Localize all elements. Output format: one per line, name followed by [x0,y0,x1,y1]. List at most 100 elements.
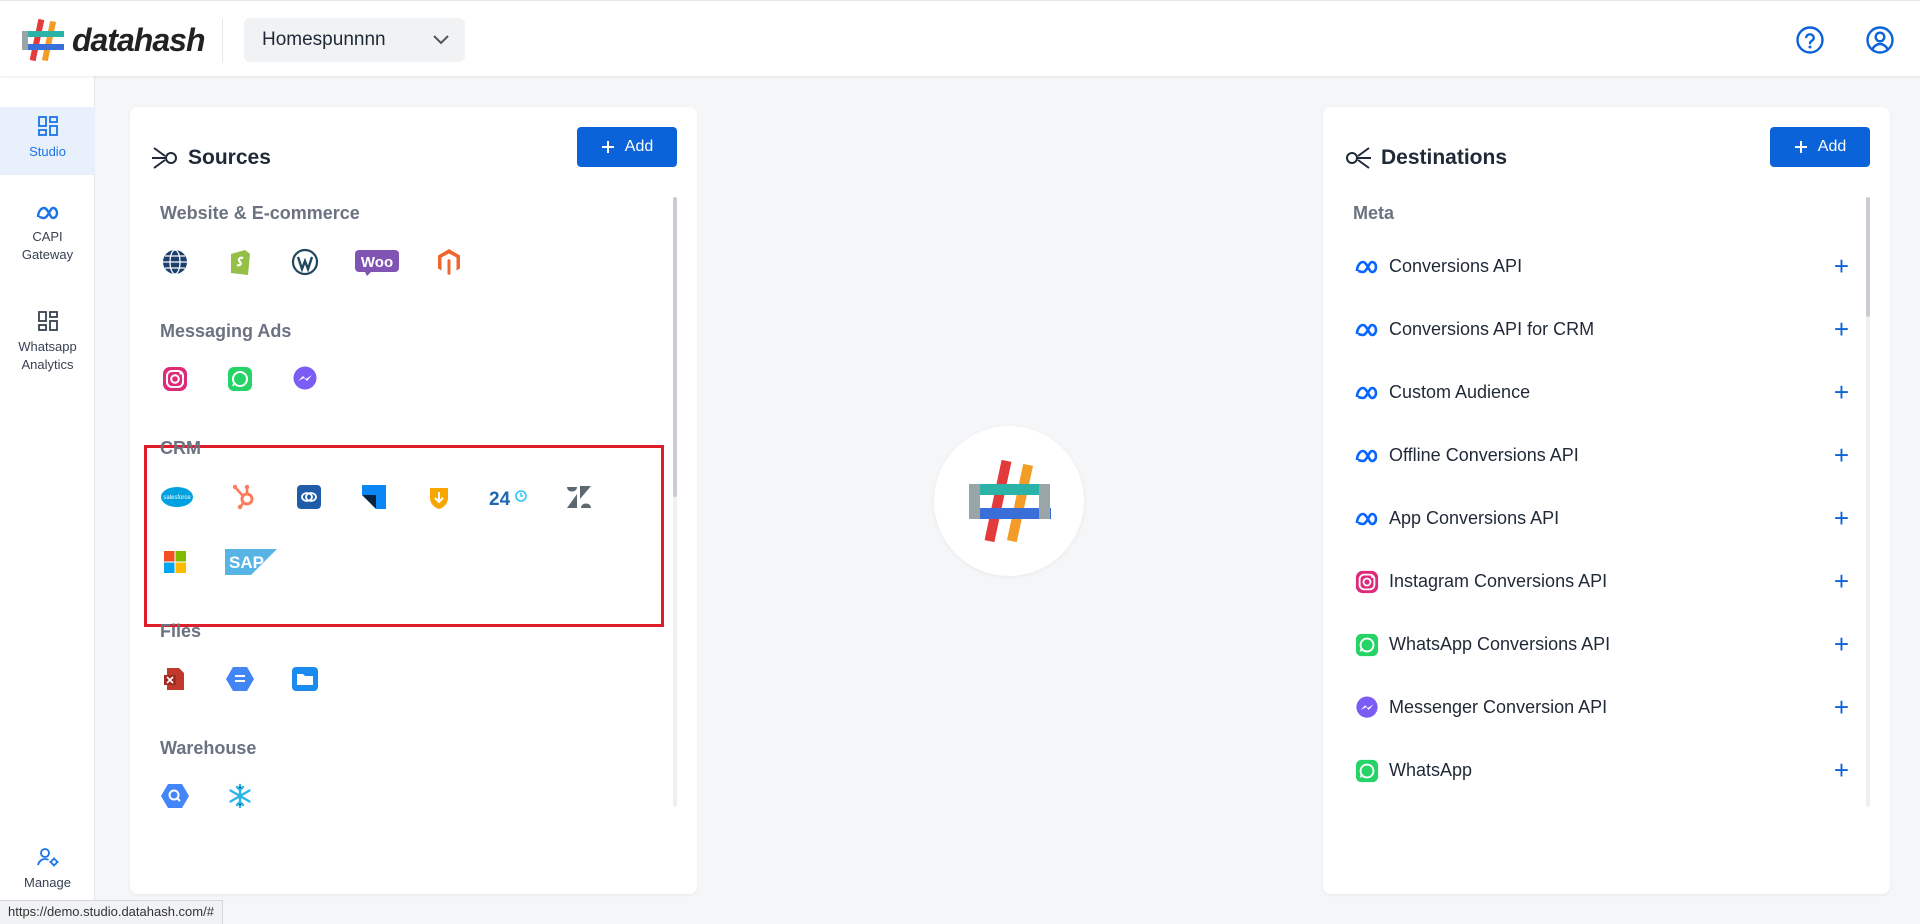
sources-scrollbar[interactable] [673,197,677,807]
pipedrive-icon[interactable] [424,482,454,512]
add-destination-plus-icon[interactable]: + [1834,505,1849,531]
freshworks-icon[interactable] [359,482,389,512]
destination-label: Custom Audience [1389,382,1531,402]
datahash-hash-icon [22,18,64,62]
destination-item[interactable]: Conversions API + [1353,235,1869,298]
destination-label: Instagram Conversions API [1389,571,1608,591]
bitrix24-icon[interactable]: 24 [489,482,529,512]
woo-text: Woo [361,254,393,271]
instagram-icon[interactable] [160,364,190,394]
add-destination-plus-icon[interactable]: + [1834,568,1849,594]
folder-icon[interactable] [290,664,320,694]
meta-icon [1353,316,1381,344]
dashboard-grid-icon [37,116,58,136]
workspace-select[interactable]: Homespunnnn [244,18,465,62]
top-bar: datahash Homespunnnn [0,0,1920,76]
destination-label: WhatsApp Conversions API [1389,634,1611,654]
add-source-button[interactable]: Add [577,127,677,167]
add-destination-plus-icon[interactable]: + [1834,442,1849,468]
nav-label-whatsapp-analytics: Whatsapp Analytics [18,339,77,372]
datahash-center-logo [934,426,1084,576]
side-nav: Studio CAPI Gateway Whatsapp Analytics M… [0,76,95,924]
sources-scroll-thumb[interactable] [673,197,677,497]
svg-text:salesforce: salesforce [163,495,191,501]
nav-label-capi-gateway: CAPI Gateway [21,229,74,262]
destinations-icon [1346,147,1371,169]
wordpress-icon[interactable] [290,247,320,277]
sources-title-text: Sources [188,146,271,169]
snowflake-icon[interactable] [225,781,255,811]
meta-icon [1353,442,1381,470]
section-title-website-ecommerce: Website & E-commerce [160,203,360,223]
sources-panel: Sources Add Website & E-commerce Woo Mes… [130,107,697,894]
sources-title: Sources [150,143,271,173]
user-settings-icon [36,848,58,867]
files-icons [160,664,355,694]
destination-label: Conversions API for CRM [1389,319,1595,339]
add-destination-plus-icon[interactable]: + [1834,694,1849,720]
add-source-label: Add [624,138,654,155]
nav-label-studio: Studio [29,144,66,159]
destination-item[interactable]: WhatsApp Conversions API + [1353,613,1869,676]
destination-item[interactable]: Messenger Conversion API + [1353,676,1869,739]
zendesk-icon[interactable] [564,482,594,512]
bigquery-icon[interactable] [160,781,190,811]
zoho-icon[interactable] [294,482,324,512]
bitrix-text: 24 [489,489,511,509]
user-circle-icon[interactable] [1865,25,1895,55]
add-destination-button[interactable]: Add [1770,127,1870,167]
destination-item[interactable]: Conversions API for CRM + [1353,298,1869,361]
whatsapp-icon[interactable] [225,364,255,394]
destination-list: Conversions API + Conversions API for CR… [1353,235,1869,802]
add-destination-plus-icon[interactable]: + [1834,253,1849,279]
add-destination-plus-icon[interactable]: + [1834,631,1849,657]
section-title-messaging-ads: Messaging Ads [160,321,292,341]
nav-item-capi-gateway[interactable]: CAPI Gateway [0,204,95,264]
datahash-logo[interactable]: datahash [20,17,205,63]
website-ecommerce-icons: Woo [160,247,499,277]
messenger-icon[interactable] [290,364,320,394]
nav-item-manage[interactable]: Manage [0,846,95,892]
magento-icon[interactable] [434,247,464,277]
salesforce-icon[interactable]: salesforce [160,482,194,512]
add-destination-label: Add [1817,138,1847,155]
warehouse-icons [160,781,290,811]
whatsapp-icon [1353,631,1381,659]
nav-item-whatsapp-analytics[interactable]: Whatsapp Analytics [0,310,95,374]
destination-label: Messenger Conversion API [1389,697,1608,717]
destination-item[interactable]: Offline Conversions API + [1353,424,1869,487]
destination-label: Conversions API [1389,256,1523,276]
shopify-icon[interactable] [225,247,255,277]
add-destination-plus-icon[interactable]: + [1834,757,1849,783]
globe-icon[interactable] [160,247,190,277]
add-destination-plus-icon[interactable]: + [1834,316,1849,342]
nav-item-studio[interactable]: Studio [0,107,95,175]
crm-icons-row-2: SAP [160,547,312,577]
section-title-warehouse: Warehouse [160,738,257,758]
help-circle-icon[interactable] [1795,25,1825,55]
sources-icon [152,147,177,169]
spreadsheet-icon[interactable] [160,664,190,694]
destination-label: WhatsApp [1389,760,1473,780]
messenger-icon [1353,694,1381,722]
messaging-ads-icons [160,364,355,394]
add-destination-plus-icon[interactable]: + [1834,379,1849,405]
status-bar-url: https://demo.studio.datahash.com/# [0,900,223,924]
hubspot-icon[interactable] [229,482,259,512]
microsoft-icon[interactable] [160,547,190,577]
destination-item[interactable]: App Conversions API + [1353,487,1869,550]
destination-label: Offline Conversions API [1389,445,1579,465]
datahash-hash-icon [969,459,1051,543]
woocommerce-icon[interactable]: Woo [355,247,399,277]
instagram-icon [1353,568,1381,596]
destination-item[interactable]: WhatsApp + [1353,739,1869,802]
destination-item[interactable]: Custom Audience + [1353,361,1869,424]
plus-icon [1794,141,1807,153]
sap-icon[interactable]: SAP [225,547,277,577]
destinations-panel: Destinations Add Meta Conversions API + … [1323,107,1890,894]
whatsapp-icon [1353,757,1381,785]
destination-label: App Conversions API [1389,508,1560,528]
section-title-crm: CRM [160,438,201,458]
destination-item[interactable]: Instagram Conversions API + [1353,550,1869,613]
google-sheets-icon[interactable] [225,664,255,694]
